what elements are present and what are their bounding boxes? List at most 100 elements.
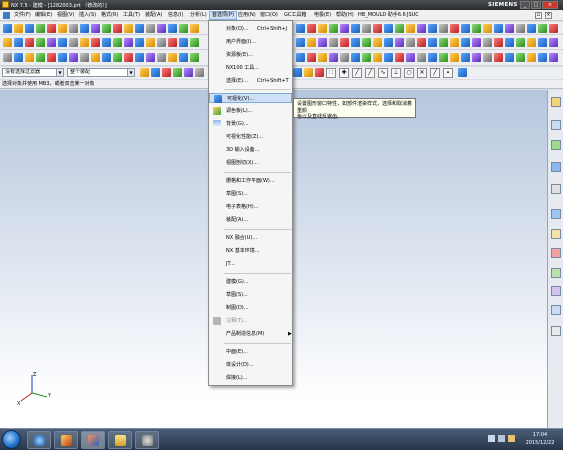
show-hide-icon[interactable] bbox=[406, 38, 415, 47]
core-cavity-icon[interactable] bbox=[428, 53, 437, 62]
menu-item-visualization-performance[interactable]: 可视化性能(Z)... bbox=[209, 132, 292, 142]
scale-icon[interactable] bbox=[395, 24, 404, 33]
doc-close-icon[interactable]: × bbox=[545, 12, 552, 19]
bom-icon[interactable] bbox=[505, 53, 514, 62]
menu-item-palette[interactable]: 调色板(L)... bbox=[209, 106, 292, 116]
circle-snap-icon[interactable]: ○ bbox=[404, 68, 414, 78]
taskbar-app-nx[interactable] bbox=[54, 431, 78, 449]
slider-icon[interactable] bbox=[472, 53, 481, 62]
extrude-icon[interactable] bbox=[91, 24, 100, 33]
pocket-icon[interactable] bbox=[494, 53, 503, 62]
hide-icon[interactable] bbox=[417, 38, 426, 47]
zebra-icon[interactable] bbox=[384, 53, 393, 62]
menu-insert[interactable]: 插入(S) bbox=[77, 11, 98, 20]
fillet-tool-icon[interactable] bbox=[69, 53, 78, 62]
block-icon[interactable] bbox=[461, 24, 470, 33]
menu-information[interactable]: 信息(I) bbox=[166, 11, 185, 20]
quadrant-icon[interactable] bbox=[304, 68, 313, 77]
menu-item-grid-work-plane[interactable]: 栅格和工作平面(W)... bbox=[209, 176, 292, 186]
open-file-icon[interactable] bbox=[14, 24, 23, 33]
drawing-icon[interactable] bbox=[516, 53, 525, 62]
diagonal-line-icon[interactable]: ╱ bbox=[365, 68, 375, 78]
sweep-icon[interactable] bbox=[505, 24, 514, 33]
datum-axis-icon[interactable] bbox=[439, 24, 448, 33]
cut-icon[interactable] bbox=[36, 24, 45, 33]
circle-tool-icon[interactable] bbox=[25, 53, 34, 62]
menu-file[interactable]: 文件(F) bbox=[12, 11, 33, 20]
preview-icon[interactable] bbox=[538, 53, 547, 62]
network-icon[interactable] bbox=[488, 435, 495, 442]
menu-hb-mould[interactable]: HB_MOULD 助手6.6 bbox=[356, 11, 408, 20]
menu-item-3d-input-devices[interactable]: 3D 输入设备... bbox=[209, 145, 292, 155]
rectangle-tool-icon[interactable] bbox=[36, 53, 45, 62]
offset-curve-icon[interactable] bbox=[80, 38, 89, 47]
deviation-icon[interactable] bbox=[329, 53, 338, 62]
fit-view-icon[interactable] bbox=[135, 24, 144, 33]
menu-item-user-interface[interactable]: 用户界面(I)... bbox=[209, 37, 292, 47]
line-icon[interactable] bbox=[25, 38, 34, 47]
menu-jsuc[interactable]: JSUC bbox=[405, 11, 421, 20]
electrode-icon[interactable] bbox=[516, 38, 525, 47]
system-scenes-icon[interactable] bbox=[551, 286, 561, 296]
highlight-lines-icon[interactable] bbox=[395, 53, 404, 62]
system-materials-icon[interactable] bbox=[551, 229, 561, 239]
cross-snap-icon[interactable]: ✕ bbox=[417, 68, 427, 78]
snap-point-icon[interactable] bbox=[162, 68, 171, 77]
mould-wizard-icon[interactable] bbox=[505, 38, 514, 47]
control-point-icon[interactable] bbox=[195, 68, 204, 77]
line-snap-icon[interactable]: ╱ bbox=[430, 68, 440, 78]
layer-settings-icon[interactable] bbox=[384, 38, 393, 47]
project-curve-icon[interactable] bbox=[69, 38, 78, 47]
lifter-icon[interactable] bbox=[483, 53, 492, 62]
palette-list-icon[interactable] bbox=[551, 326, 561, 336]
csys-icon[interactable] bbox=[472, 38, 481, 47]
roles-icon[interactable] bbox=[551, 268, 561, 278]
cylinder-icon[interactable] bbox=[472, 24, 481, 33]
chamfer-icon[interactable] bbox=[307, 24, 316, 33]
perpendicular-icon[interactable]: ⊥ bbox=[391, 68, 401, 78]
scope-select[interactable]: 整个装配 ▼ bbox=[67, 68, 135, 77]
menu-window[interactable]: 窗口(O) bbox=[258, 11, 280, 20]
intersection-point-icon[interactable] bbox=[315, 68, 324, 77]
bounded-plane-icon[interactable] bbox=[157, 38, 166, 47]
menu-item-object[interactable]: 对象(O)... Ctrl+Shift+J bbox=[209, 24, 292, 34]
general-selection-icon[interactable] bbox=[140, 68, 149, 77]
resize-blend-icon[interactable] bbox=[329, 38, 338, 47]
history-icon[interactable] bbox=[551, 184, 561, 194]
edit-curve-icon[interactable] bbox=[124, 53, 133, 62]
edit-display-icon[interactable] bbox=[428, 38, 437, 47]
menu-item-modeling[interactable]: 建模(G)... bbox=[209, 277, 292, 287]
menu-item-jt[interactable]: JT... bbox=[209, 259, 292, 269]
boss-icon[interactable] bbox=[124, 24, 133, 33]
cube-view-icon[interactable] bbox=[458, 68, 467, 77]
taskbar-app-browser[interactable] bbox=[27, 431, 51, 449]
copy-icon[interactable] bbox=[47, 24, 56, 33]
clearance-icon[interactable] bbox=[373, 53, 382, 62]
unite-icon[interactable] bbox=[351, 24, 360, 33]
menu-item-view-section[interactable]: 视图剖切(X)... bbox=[209, 158, 292, 168]
menu-view[interactable]: 视图(V) bbox=[55, 11, 76, 20]
grid-dots-icon[interactable]: ∷ bbox=[326, 68, 336, 78]
menu-edit[interactable]: 编辑(E) bbox=[33, 11, 54, 20]
save-icon[interactable] bbox=[25, 24, 34, 33]
menu-preferences[interactable]: 首选项(P) bbox=[209, 11, 237, 20]
menu-item-midsurface[interactable]: 中面(E)... bbox=[209, 347, 292, 357]
taskbar-app-folder[interactable] bbox=[108, 431, 132, 449]
menu-item-sketch[interactable]: 草图(S)... bbox=[209, 189, 292, 199]
intersect-curve-icon[interactable] bbox=[179, 53, 188, 62]
taskbar-clock[interactable]: 17:04 2015/12/22 bbox=[525, 431, 555, 447]
shell-icon[interactable] bbox=[318, 24, 327, 33]
emboss-icon[interactable] bbox=[527, 24, 536, 33]
replace-face-icon[interactable] bbox=[318, 38, 327, 47]
extend-tool-icon[interactable] bbox=[102, 53, 111, 62]
volume-icon[interactable] bbox=[498, 435, 505, 442]
menu-application[interactable]: 应用(N) bbox=[236, 11, 258, 20]
menu-item-annotation[interactable]: 注释(T)... bbox=[209, 316, 292, 326]
menu-item-resource-bar[interactable]: 资源板(E)... bbox=[209, 50, 292, 60]
paste-icon[interactable] bbox=[58, 24, 67, 33]
sketch-icon[interactable] bbox=[3, 38, 12, 47]
measure-angle-icon[interactable] bbox=[373, 38, 382, 47]
cone-icon[interactable] bbox=[483, 24, 492, 33]
wcs-origin-icon[interactable] bbox=[450, 38, 459, 47]
parting-icon[interactable] bbox=[417, 53, 426, 62]
